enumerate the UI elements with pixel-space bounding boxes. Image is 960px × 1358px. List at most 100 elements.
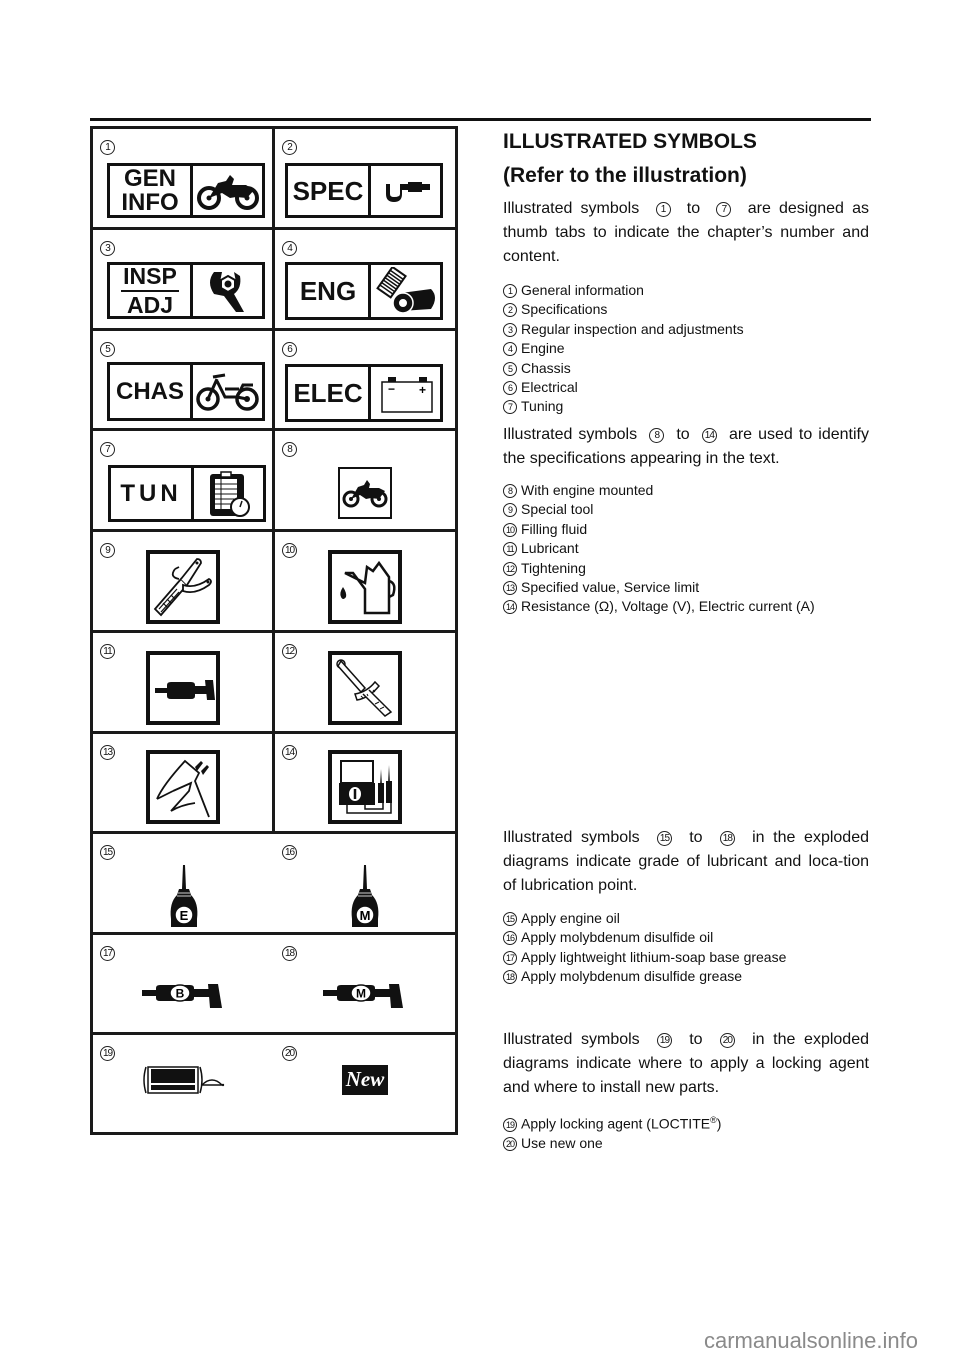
- symbol-cell-18: 18 M: [275, 935, 455, 1032]
- ref-number: 1: [655, 202, 671, 217]
- ref-number: 15: [656, 831, 672, 846]
- new-part-icon: New: [341, 1064, 389, 1095]
- symbol-grid: 1 GEN INFO 2 SPEC 3 INSP ADJ 4 ENG 5 CHA…: [90, 126, 458, 1135]
- wrench-nut-icon: [193, 265, 262, 316]
- symbol-cell-19: 19: [93, 1035, 275, 1132]
- section-intro: Illustrated symbols 15 to 18 in the expl…: [503, 829, 869, 894]
- svg-text:E: E: [180, 908, 189, 923]
- list-item: 7 Tuning: [503, 397, 869, 416]
- grease-m-icon: M: [275, 957, 455, 1032]
- list-item: 2 Specifications: [503, 300, 869, 319]
- symbol-number: 4: [282, 241, 297, 256]
- symbol-cell-7: 7 TUN: [93, 431, 275, 529]
- list-item: 12 Tightening: [503, 559, 869, 578]
- list-item: 19 Apply locking agent (LOCTITE®): [503, 1111, 869, 1134]
- symbol-cell-6: 6 ELEC − +: [275, 331, 455, 428]
- symbol-number: 13: [100, 745, 115, 760]
- tab-label: TUN: [120, 479, 182, 507]
- oiler-m-icon: M: [275, 864, 455, 932]
- symbol-number: 2: [282, 140, 297, 155]
- thumb-tab-chas: CHAS: [107, 362, 265, 421]
- new-label: New: [345, 1066, 385, 1091]
- section-thumb-tabs: Illustrated symbols 1 to 7 are designed …: [503, 197, 869, 417]
- page-title: ILLUSTRATED SYMBOLS: [503, 130, 757, 153]
- symbol-list: 19 Apply locking agent (LOCTITE®) 20 Use n…: [503, 1111, 869, 1153]
- svg-text:B: B: [176, 986, 185, 1000]
- grid-row: 9 10: [93, 532, 455, 633]
- symbol-number: 3: [100, 241, 115, 256]
- list-item: 9 Special tool: [503, 500, 869, 519]
- thumb-tab-insp-adj: INSP ADJ: [107, 262, 265, 319]
- heading-block: ILLUSTRATED SYMBOLS (Refer to the illust…: [503, 127, 869, 191]
- thumb-tab-tun: TUN: [108, 465, 266, 522]
- symbol-cell-15: 15 E: [93, 834, 275, 932]
- oiler-e-icon: E: [93, 864, 275, 932]
- symbol-number: 10: [282, 543, 297, 558]
- grid-row: 19 20 New: [93, 1035, 455, 1132]
- motorcycle-icon: [193, 166, 262, 215]
- thumb-tab-elec: ELEC − +: [285, 364, 443, 422]
- ref-number: 18: [719, 831, 735, 846]
- symbol-cell-17: 17 B: [93, 935, 275, 1032]
- symbol-cell-20: 20 New: [275, 1035, 455, 1132]
- watermark: carmanualsonline.info: [703, 1328, 918, 1353]
- list-item: 20 Use new one: [503, 1134, 869, 1153]
- ref-number: 19: [656, 1033, 672, 1048]
- list-item: 1 General information: [503, 281, 869, 300]
- grid-row: 1 GEN INFO 2 SPEC: [93, 129, 455, 230]
- tab-label-line1: GEN: [123, 164, 176, 192]
- thumb-tab-eng: ENG: [285, 262, 443, 320]
- symbol-number: 12: [282, 644, 297, 659]
- clipboard-stopwatch-icon: [194, 468, 263, 519]
- symbol-cell-13: 13: [93, 734, 275, 831]
- symbol-list: 15 Apply engine oil 16 Apply molybdenum di…: [503, 909, 869, 987]
- symbol-list: 1 General information 2 Specifications 3 Re…: [503, 281, 869, 417]
- list-item: 6 Electrical: [503, 378, 869, 397]
- list-item: 10 Filling fluid: [503, 520, 869, 539]
- symbol-cell-10: 10: [275, 532, 455, 630]
- grid-row: 13 14: [93, 734, 455, 834]
- grid-row: 11 12: [93, 633, 455, 734]
- symbol-cell-3: 3 INSP ADJ: [93, 230, 275, 328]
- tab-label: SPEC: [292, 175, 364, 206]
- list-item: 4 Engine: [503, 339, 869, 358]
- micrometer-icon: [371, 166, 440, 215]
- oil-can-icon: [328, 550, 402, 624]
- symbol-number: 16: [282, 845, 297, 860]
- symbol-cell-5: 5 CHAS: [93, 331, 275, 428]
- section-intro: Illustrated symbols 8 to 14 are used to …: [503, 426, 869, 467]
- list-item: 16 Apply molybdenum disulfide oil: [503, 928, 869, 947]
- ref-number: 14: [701, 428, 717, 443]
- svg-text:+: +: [419, 383, 426, 397]
- symbol-number: 1: [100, 140, 115, 155]
- thumb-tab-gen-info: GEN INFO: [107, 163, 265, 218]
- grid-row: 5 CHAS 6 ELEC − +: [93, 331, 455, 431]
- symbol-number: 8: [282, 442, 297, 457]
- tab-label: CHAS: [115, 377, 184, 405]
- svg-text:M: M: [356, 986, 366, 1000]
- symbol-number: 15: [100, 845, 115, 860]
- symbol-number: 7: [100, 442, 115, 457]
- symbol-number: 14: [282, 745, 297, 760]
- page-subtitle: (Refer to the illustration): [503, 164, 747, 187]
- list-item: 13 Specified value, Service limit: [503, 578, 869, 597]
- grid-row: 17 B 18 M: [93, 935, 455, 1035]
- symbol-list: 8 With engine mounted 9 Special tool 10 Fil…: [503, 481, 869, 617]
- tab-label: ENG: [299, 276, 357, 306]
- locking-agent-icon: [93, 1035, 275, 1124]
- list-item: 18 Apply molybdenum disulfide grease: [503, 967, 869, 986]
- symbol-cell-8: 8: [275, 431, 455, 529]
- svg-text:−: −: [388, 382, 395, 396]
- list-item: 5 Chassis: [503, 359, 869, 378]
- section-lubrication: Illustrated symbols 15 to 18 in the expl…: [503, 826, 869, 987]
- list-item: 14 Resistance (Ω), Voltage (V), Electric …: [503, 597, 869, 616]
- symbol-cell-4: 4 ENG: [275, 230, 455, 328]
- svg-text:M: M: [360, 908, 371, 923]
- tab-label-line2: ADJ: [126, 291, 173, 318]
- engine-piston-icon: [371, 265, 440, 317]
- symbol-cell-12: 12: [275, 633, 455, 731]
- ref-number: 20: [719, 1033, 735, 1048]
- ref-number: 7: [716, 202, 732, 217]
- list-item: 11 Lubricant: [503, 539, 869, 558]
- grid-row: 3 INSP ADJ 4 ENG: [93, 230, 455, 331]
